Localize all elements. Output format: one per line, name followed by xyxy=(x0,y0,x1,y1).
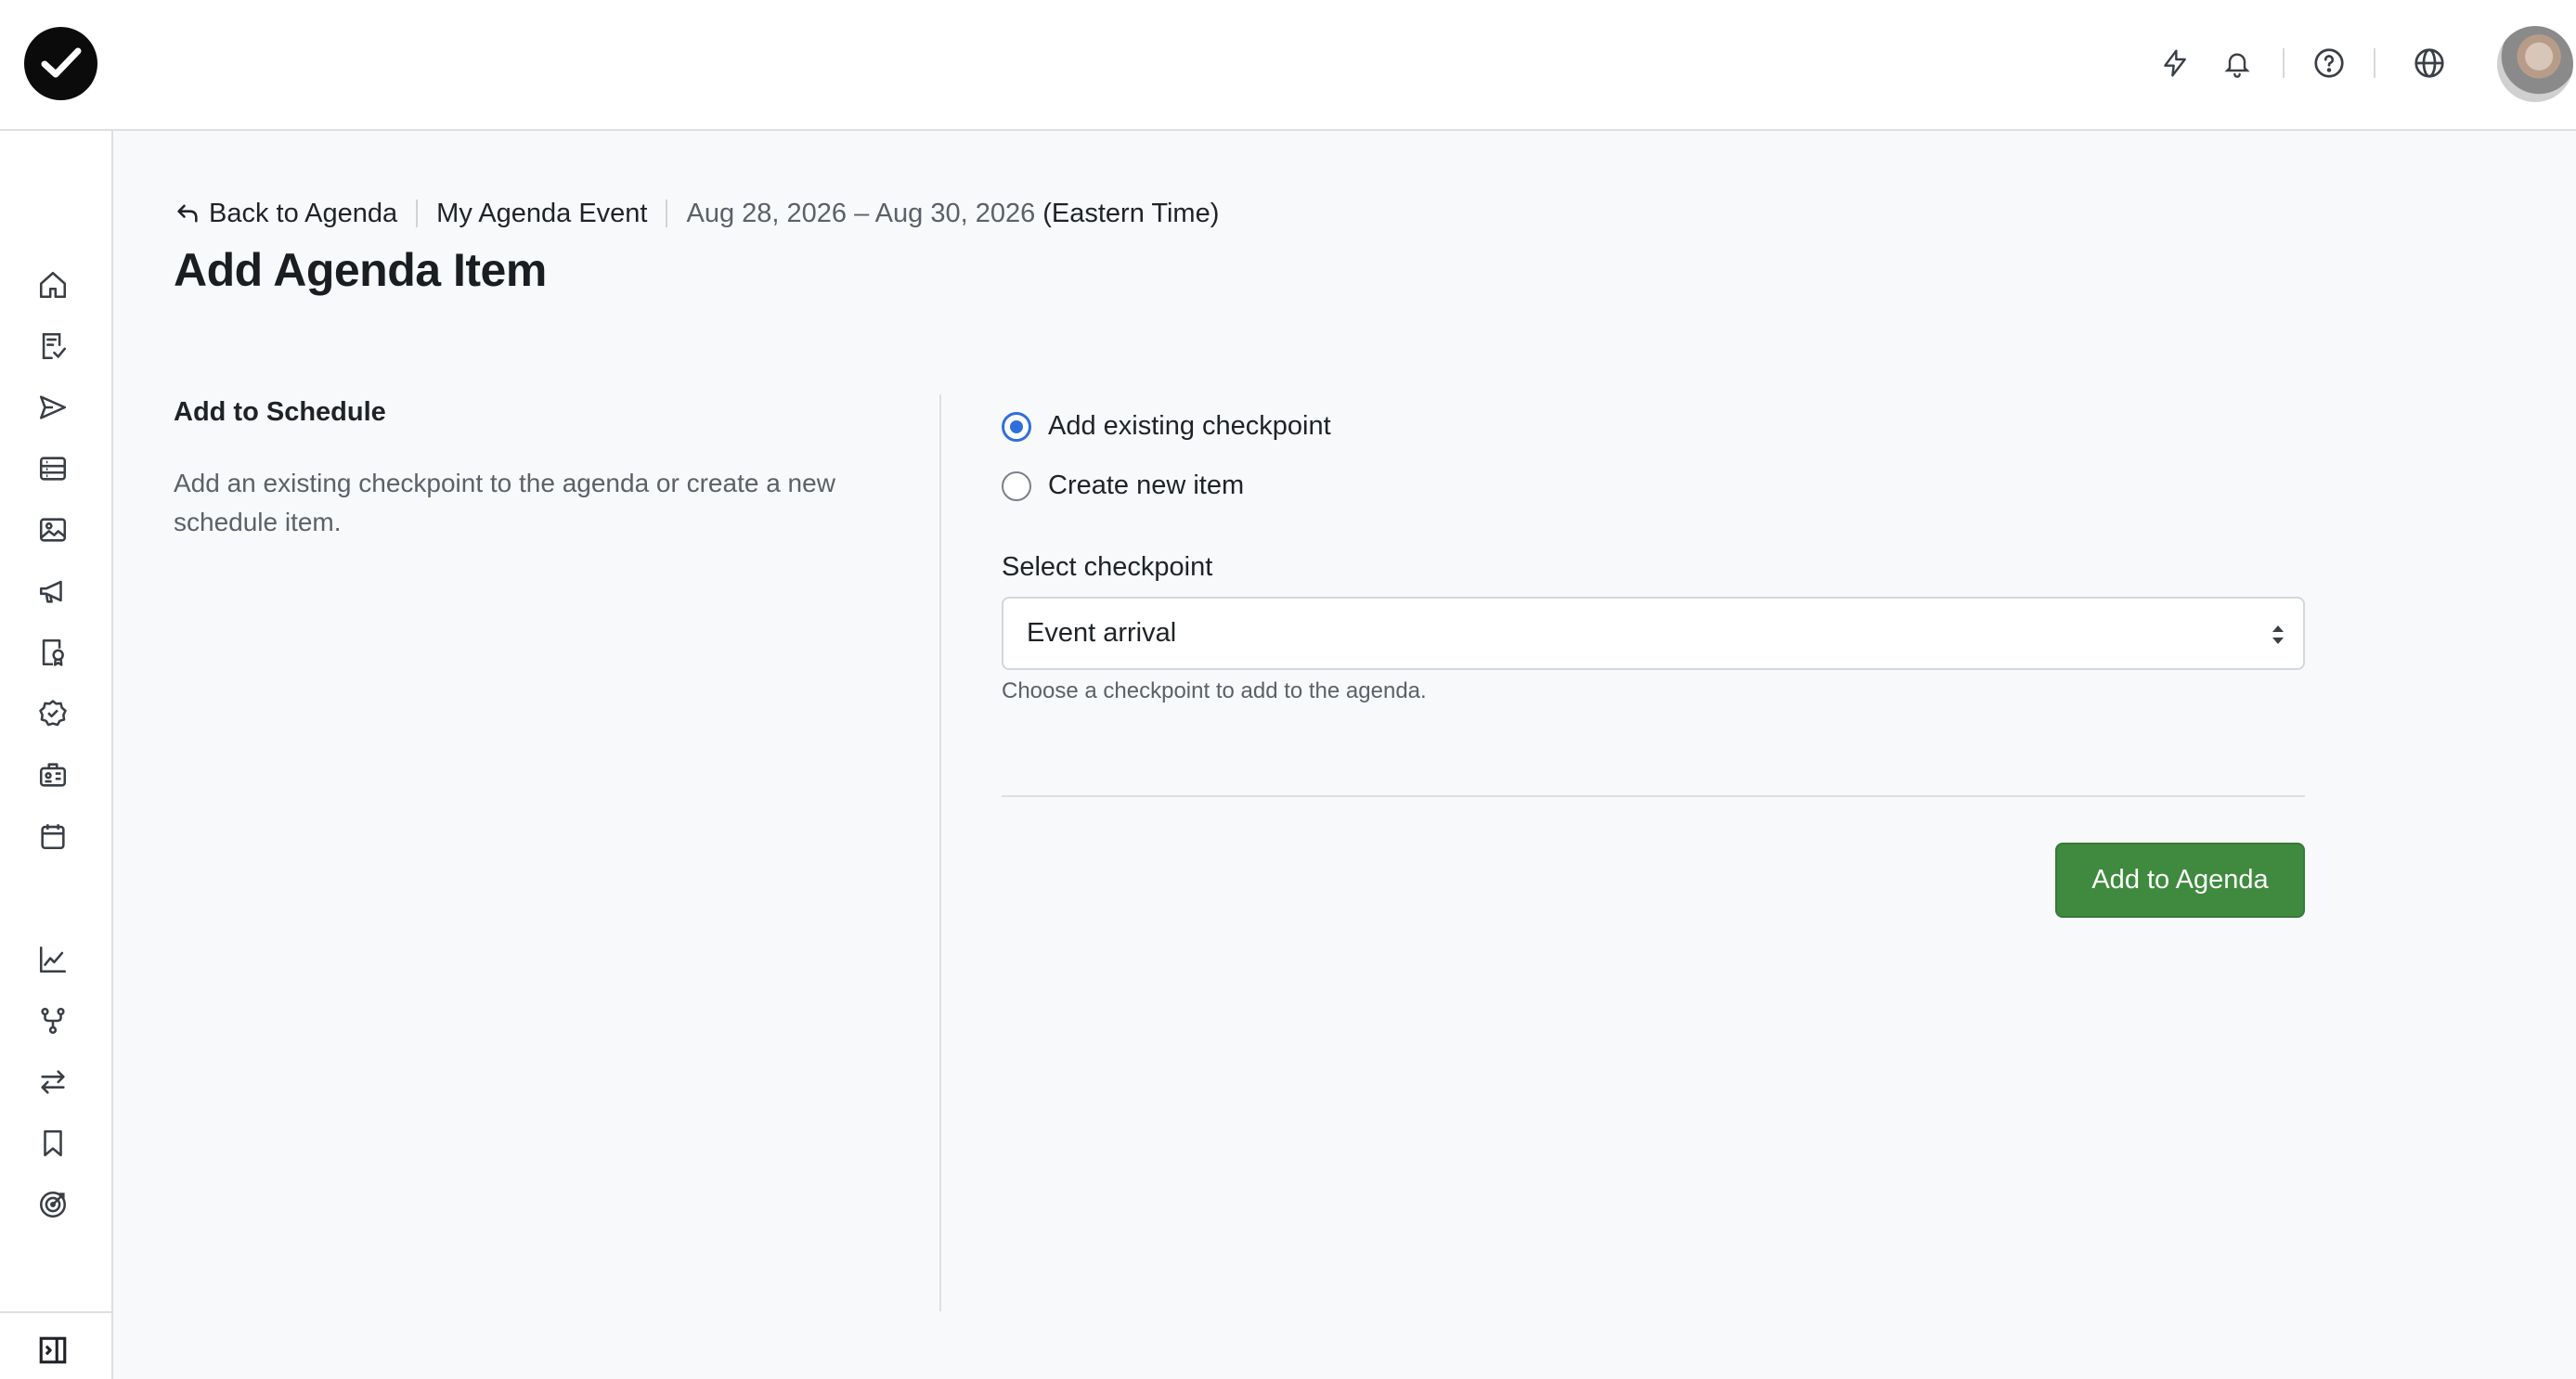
target-icon[interactable] xyxy=(33,1185,72,1224)
column-divider xyxy=(939,394,941,1311)
topbar-divider xyxy=(2374,48,2375,78)
form-divider xyxy=(1002,795,2305,797)
back-arrow-icon xyxy=(177,204,198,223)
send-icon[interactable] xyxy=(33,388,72,427)
section-title: Add to Schedule xyxy=(174,397,386,427)
section-description: Add an existing checkpoint to the agenda… xyxy=(174,469,835,536)
event-name[interactable]: My Agenda Event xyxy=(436,199,647,229)
back-to-agenda-label: Back to Agenda xyxy=(209,198,398,228)
checkpoint-select[interactable]: Event arrival xyxy=(1002,597,2305,670)
help-circle-icon[interactable] xyxy=(2311,45,2348,82)
checkpoint-help-text: Choose a checkpoint to add to the agenda… xyxy=(1002,678,1427,703)
option-label: Add existing checkpoint xyxy=(1048,411,1331,441)
breadcrumb: Back to Agenda My Agenda Event Aug 28, 2… xyxy=(174,195,1219,232)
option-label: Create new item xyxy=(1048,470,1245,500)
event-timezone: (Eastern Time) xyxy=(1042,198,1220,228)
globe-icon[interactable] xyxy=(2411,45,2448,82)
checklist-icon[interactable] xyxy=(33,327,72,366)
check-circle-logo-icon[interactable] xyxy=(24,27,97,100)
id-card-icon[interactable] xyxy=(33,755,72,794)
bookmark-icon[interactable] xyxy=(33,1124,72,1163)
back-to-agenda-link[interactable]: Back to Agenda xyxy=(174,199,397,229)
breadcrumb-separator xyxy=(416,200,419,227)
list-card-icon[interactable] xyxy=(33,449,72,488)
breadcrumb-separator xyxy=(666,200,668,227)
lightning-icon[interactable] xyxy=(2156,45,2194,82)
radio-add-existing-checkpoint[interactable] xyxy=(1002,411,1031,442)
check-shield-icon[interactable] xyxy=(33,694,72,733)
add-to-agenda-button[interactable]: Add to Agenda xyxy=(2055,843,2305,918)
sidebar xyxy=(0,131,113,1379)
home-icon[interactable] xyxy=(33,265,72,304)
radio-create-new-item[interactable] xyxy=(1002,470,1031,501)
user-avatar[interactable] xyxy=(2497,26,2573,102)
sidebar-toggle-icon[interactable] xyxy=(33,1331,72,1370)
image-icon[interactable] xyxy=(33,510,72,549)
megaphone-icon[interactable] xyxy=(33,572,72,611)
bell-icon[interactable] xyxy=(2219,45,2256,82)
branch-icon[interactable] xyxy=(33,1001,72,1040)
event-dates: Aug 28, 2026 – Aug 30, 2026 xyxy=(686,198,1036,228)
top-bar xyxy=(0,0,2576,131)
sidebar-divider xyxy=(0,1311,111,1313)
transfer-icon[interactable] xyxy=(33,1063,72,1102)
checkpoint-select-value: Event arrival xyxy=(1027,618,1177,648)
chart-line-icon[interactable] xyxy=(33,940,72,979)
select-checkpoint-label: Select checkpoint xyxy=(1002,552,1213,582)
badge-document-icon[interactable] xyxy=(33,633,72,672)
page-title: Add Agenda Item xyxy=(174,244,547,296)
calendar-icon[interactable] xyxy=(33,817,72,856)
select-arrows-icon xyxy=(2270,623,2286,654)
option-add-existing-checkpoint[interactable]: Add existing checkpoint xyxy=(1002,411,1331,442)
topbar-divider xyxy=(2283,48,2285,78)
option-create-new-item[interactable]: Create new item xyxy=(1002,470,1244,501)
